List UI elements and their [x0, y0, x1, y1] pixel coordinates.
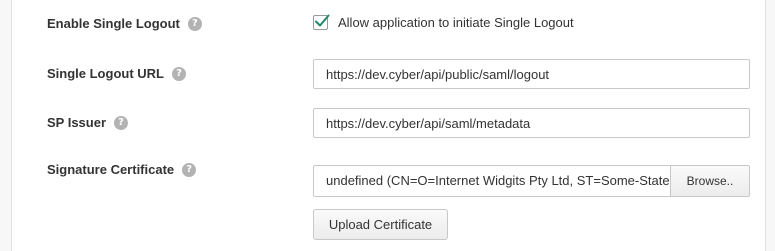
saml-settings-panel: Enable Single Logout ? Allow application… [11, 0, 766, 251]
signature-certificate-label-row: Signature Certificate ? [47, 162, 197, 177]
single-logout-url-label-row: Single Logout URL ? [47, 66, 186, 81]
single-logout-checkbox[interactable] [313, 14, 330, 30]
single-logout-checkbox-label[interactable]: Allow application to initiate Single Log… [338, 15, 574, 30]
single-logout-url-label: Single Logout URL [47, 66, 164, 81]
enable-single-logout-label: Enable Single Logout [47, 16, 180, 31]
certificate-file-name: undefined (CN=O=Internet Widgits Pty Ltd… [326, 173, 670, 188]
enable-single-logout-label-row: Enable Single Logout ? [47, 16, 202, 31]
certificate-file-picker: undefined (CN=O=Internet Widgits Pty Ltd… [313, 165, 750, 197]
signature-certificate-label: Signature Certificate [47, 162, 175, 177]
help-icon[interactable]: ? [182, 162, 197, 177]
help-icon[interactable]: ? [187, 16, 202, 31]
help-icon[interactable]: ? [171, 66, 186, 81]
checkmark-icon [315, 14, 330, 27]
upload-certificate-button[interactable]: Upload Certificate [313, 209, 448, 240]
single-logout-checkbox-group[interactable]: Allow application to initiate Single Log… [313, 14, 574, 30]
browse-button[interactable]: Browse.. [670, 166, 749, 196]
sp-issuer-label: SP Issuer [47, 115, 107, 130]
sp-issuer-label-row: SP Issuer ? [47, 115, 129, 130]
help-icon[interactable]: ? [114, 115, 129, 130]
single-logout-url-input[interactable] [313, 59, 750, 89]
sp-issuer-input[interactable] [313, 108, 750, 138]
